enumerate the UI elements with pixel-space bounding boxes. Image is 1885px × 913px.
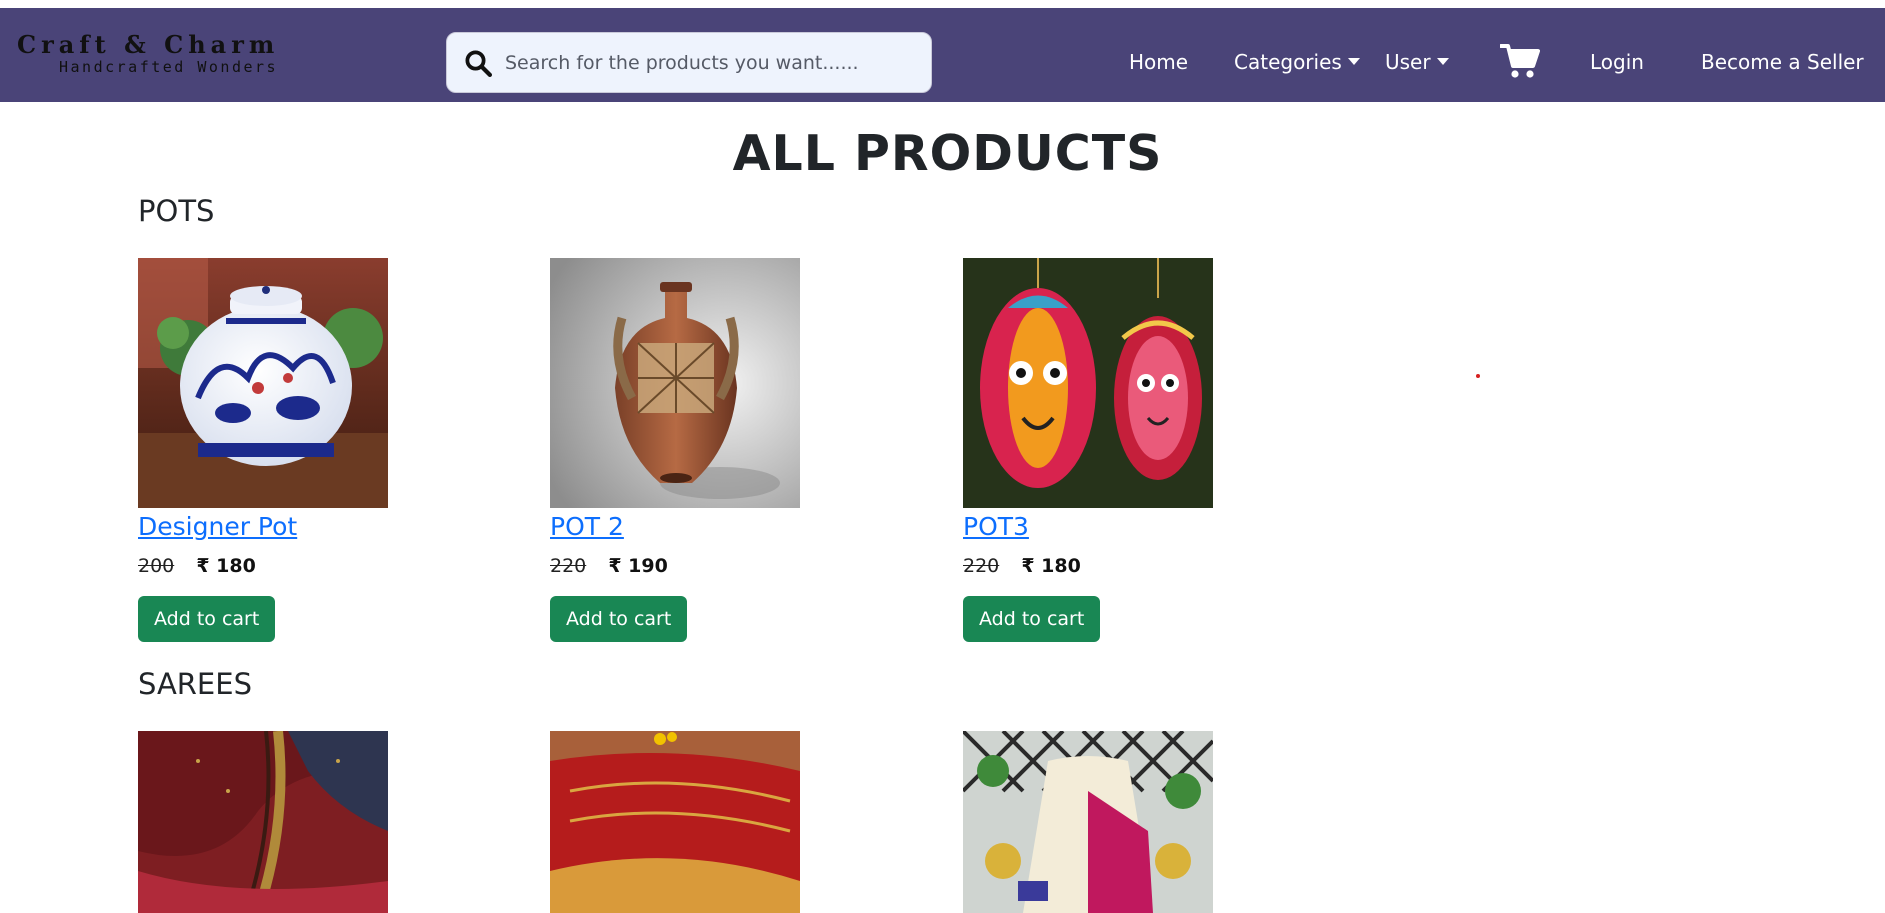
nav-become-seller[interactable]: Become a Seller: [1701, 48, 1864, 76]
price-row: 200 ₹ 180: [138, 552, 398, 580]
caret-down-icon: [1436, 58, 1449, 65]
original-price: 200: [138, 555, 175, 577]
product-name-link[interactable]: POT 2: [550, 510, 810, 544]
product-image[interactable]: [963, 258, 1213, 508]
nav-login[interactable]: Login: [1590, 48, 1644, 76]
price-row: 220 ₹ 190: [550, 552, 810, 580]
nav-categories-dropdown[interactable]: Categories: [1234, 48, 1360, 76]
section-title-sarees: SAREES: [138, 667, 252, 701]
page-title: ALL PRODUCTS: [732, 125, 1163, 182]
price-row: 220 ₹ 180: [963, 552, 1223, 580]
product-image[interactable]: [138, 258, 388, 508]
add-to-cart-button[interactable]: Add to cart: [963, 596, 1101, 642]
brand-title: Craft & Charm: [17, 30, 280, 59]
nav-user-dropdown[interactable]: User: [1385, 48, 1449, 76]
product-name-link[interactable]: POT3: [963, 510, 1223, 544]
product-image[interactable]: [550, 258, 800, 508]
original-price: 220: [550, 555, 587, 577]
sale-price: ₹ 180: [1021, 555, 1081, 577]
add-to-cart-button[interactable]: Add to cart: [138, 596, 276, 642]
nav-categories-label: Categories: [1234, 50, 1342, 74]
nav-home[interactable]: Home: [1129, 48, 1188, 76]
sale-price: ₹ 180: [196, 555, 256, 577]
caret-down-icon: [1347, 58, 1360, 65]
original-price: 220: [963, 555, 1000, 577]
brand-subtitle: Handcrafted Wonders: [59, 58, 279, 76]
product-card: POT 2 220 ₹ 190 Add to cart: [550, 258, 810, 642]
add-to-cart-button[interactable]: Add to cart: [550, 596, 688, 642]
product-card: [963, 731, 1223, 913]
cart-icon[interactable]: [1500, 42, 1540, 80]
navbar: Craft & Charm Handcrafted Wonders Home C…: [0, 8, 1885, 102]
section-title-pots: POTS: [138, 194, 215, 228]
product-name-link[interactable]: Designer Pot: [138, 510, 398, 544]
product-card: [550, 731, 810, 913]
search-bar: [446, 32, 932, 93]
brand-logo[interactable]: Craft & Charm Handcrafted Wonders: [17, 30, 297, 77]
nav-user-label: User: [1385, 50, 1431, 74]
product-image[interactable]: [138, 731, 388, 913]
top-strip: [0, 0, 1885, 8]
red-dot: [1476, 374, 1480, 378]
product-image[interactable]: [963, 731, 1213, 913]
product-card: [138, 731, 398, 913]
product-card: POT3 220 ₹ 180 Add to cart: [963, 258, 1223, 642]
product-image[interactable]: [550, 731, 800, 913]
product-card: Designer Pot 200 ₹ 180 Add to cart: [138, 258, 398, 642]
search-input[interactable]: [497, 33, 925, 92]
search-icon[interactable]: [463, 48, 493, 78]
sale-price: ₹ 190: [608, 555, 668, 577]
